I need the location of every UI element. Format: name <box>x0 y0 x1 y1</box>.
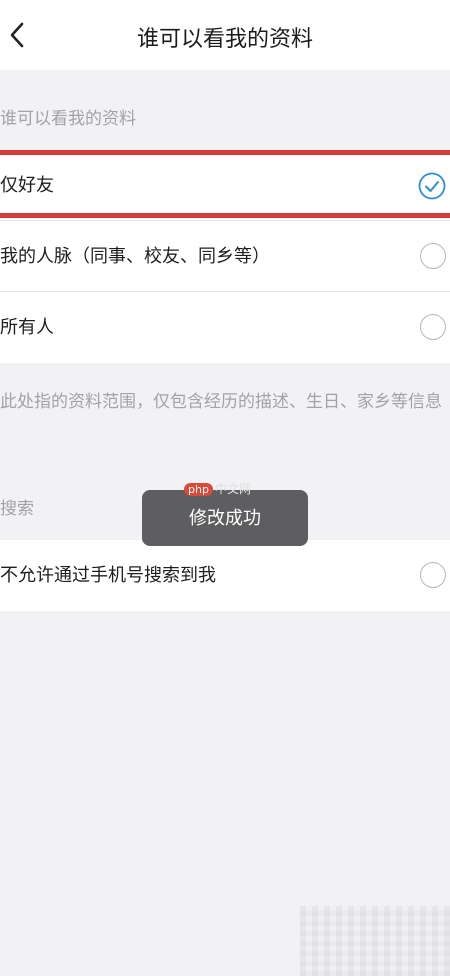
option-disallow-phone-search[interactable]: 不允许通过手机号搜索到我 <box>0 540 450 611</box>
watermark-text: 中文网 <box>214 482 251 496</box>
toast-message: 修改成功 <box>142 490 308 546</box>
nav-bar: 谁可以看我的资料 <box>0 0 450 70</box>
option-label: 不允许通过手机号搜索到我 <box>0 565 216 586</box>
profile-scope-note: 此处指的资料范围，仅包含经历的描述、生日、家乡等信息 <box>0 392 442 412</box>
highlight-border-top <box>0 150 450 155</box>
empty-circle-icon <box>420 314 446 340</box>
highlight-border-bottom <box>0 213 450 218</box>
option-label: 仅好友 <box>0 175 54 196</box>
option-label: 所有人 <box>0 317 54 338</box>
option-everyone[interactable]: 所有人 <box>0 292 450 363</box>
site-watermark: php 中文网 <box>184 480 251 497</box>
pixelated-corner <box>300 906 450 976</box>
empty-circle-icon <box>420 243 446 269</box>
option-label: 我的人脉（同事、校友、同乡等） <box>0 246 270 267</box>
section-label-search: 搜索 <box>0 499 34 519</box>
option-connections[interactable]: 我的人脉（同事、校友、同乡等） <box>0 221 450 292</box>
section-label-profile: 谁可以看我的资料 <box>0 109 136 129</box>
empty-circle-icon <box>420 562 446 588</box>
watermark-logo: php <box>184 483 213 496</box>
option-friends-only[interactable]: 仅好友 <box>0 150 450 221</box>
search-options: 不允许通过手机号搜索到我 <box>0 540 450 611</box>
profile-visibility-options: 仅好友 我的人脉（同事、校友、同乡等） 所有人 <box>0 150 450 363</box>
check-circle-icon <box>418 172 446 200</box>
page-title: 谁可以看我的资料 <box>136 27 313 52</box>
